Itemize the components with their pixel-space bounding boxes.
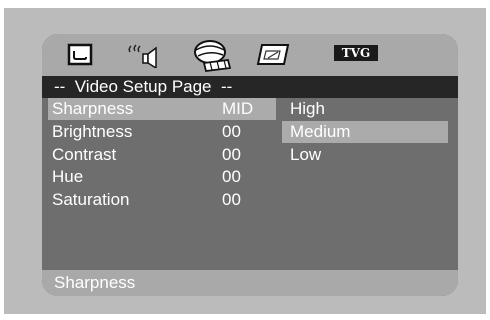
menu-item-label: Brightness [52, 122, 133, 141]
menu-item-brightness[interactable]: Brightness 00 [48, 121, 276, 143]
video-setup-icon[interactable] [190, 38, 236, 72]
menu-item-hue[interactable]: Hue 00 [48, 166, 276, 188]
menu-item-value: 00 [222, 145, 241, 164]
audio-setup-icon[interactable] [126, 42, 162, 68]
status-bar: Sharpness [42, 270, 458, 296]
option-label: Medium [290, 122, 351, 141]
option-medium[interactable]: Medium [282, 121, 448, 143]
tvg-badge[interactable]: TVG [334, 45, 378, 61]
option-high[interactable]: High [282, 98, 448, 120]
option-label: Low [290, 145, 322, 164]
menu-item-value: MID [222, 99, 254, 118]
menu-item-label: Hue [52, 167, 84, 186]
menu-item-label: Saturation [52, 190, 130, 209]
menu-item-value: 00 [222, 190, 241, 209]
general-setup-icon[interactable] [66, 43, 94, 67]
menu-item-label: Sharpness [52, 99, 134, 118]
menu-item-value: 00 [222, 122, 241, 141]
option-low[interactable]: Low [282, 144, 448, 166]
menu-item-saturation[interactable]: Saturation 00 [48, 189, 276, 211]
osd-panel: TVG -- Video Setup Page -- Sharpness MID… [42, 34, 458, 296]
menu-item-value: 00 [222, 167, 241, 186]
icon-bar: TVG [42, 34, 458, 76]
status-text: Sharpness [54, 273, 136, 292]
preference-icon[interactable] [256, 42, 292, 68]
menu-item-contrast[interactable]: Contrast 00 [48, 144, 276, 166]
menu-item-sharpness[interactable]: Sharpness MID [48, 98, 276, 120]
menu-item-label: Contrast [52, 145, 117, 164]
option-label: High [290, 99, 325, 118]
page-title-text: -- Video Setup Page -- [54, 77, 233, 96]
page-title: -- Video Setup Page -- [42, 76, 458, 98]
